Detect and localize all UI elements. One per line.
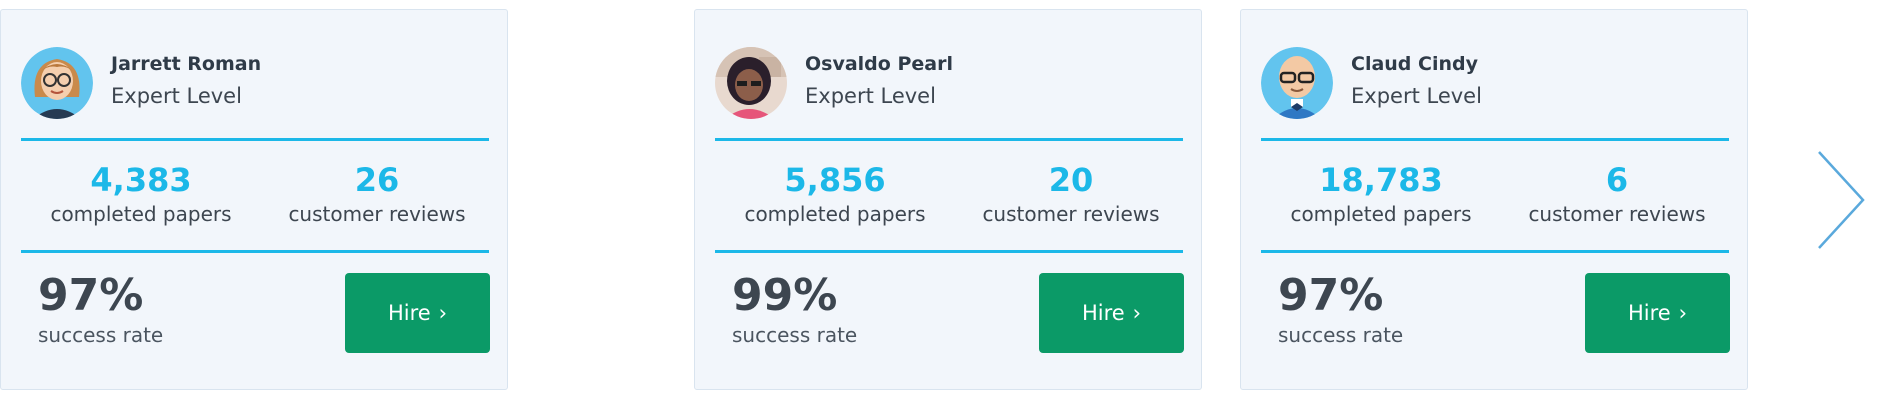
hire-button[interactable]: Hire ›	[345, 273, 490, 353]
writer-level: Expert Level	[805, 84, 936, 108]
divider	[21, 250, 489, 253]
customer-reviews-label: customer reviews	[982, 202, 1160, 226]
divider	[1261, 138, 1729, 141]
writer-level: Expert Level	[1351, 84, 1482, 108]
completed-papers-label: completed papers	[50, 202, 232, 226]
success-rate-value: 99%	[732, 270, 838, 321]
completed-papers-label: completed papers	[744, 202, 926, 226]
divider	[715, 138, 1183, 141]
hire-button-label: Hire	[1627, 301, 1671, 325]
completed-papers-count: 5,856	[784, 161, 886, 199]
hire-button-label: Hire	[387, 301, 431, 325]
chevron-right-icon: ›	[438, 301, 448, 325]
writer-level: Expert Level	[111, 84, 242, 108]
hire-button[interactable]: Hire ›	[1585, 273, 1730, 353]
hire-button[interactable]: Hire ›	[1039, 273, 1184, 353]
success-rate-label: success rate	[1278, 323, 1404, 347]
success-rate-value: 97%	[38, 270, 144, 321]
completed-papers-label: completed papers	[1290, 202, 1472, 226]
success-rate-label: success rate	[38, 323, 164, 347]
divider	[21, 138, 489, 141]
chevron-right-icon: ›	[1678, 301, 1688, 325]
carousel-next-button[interactable]	[1812, 150, 1872, 250]
avatar	[1261, 47, 1333, 119]
divider	[715, 250, 1183, 253]
success-rate-label: success rate	[732, 323, 858, 347]
customer-reviews-count: 20	[1048, 161, 1094, 199]
customer-reviews-count: 6	[1605, 161, 1629, 199]
success-rate-value: 97%	[1278, 270, 1384, 321]
writer-name: Claud Cindy	[1351, 53, 1478, 75]
divider	[1261, 250, 1729, 253]
writer-card: Osvaldo Pearl Expert Level 5,856 complet…	[694, 9, 1202, 390]
completed-papers-count: 18,783	[1319, 161, 1443, 199]
customer-reviews-label: customer reviews	[288, 202, 466, 226]
completed-papers-stat: 4,383 completed papers	[21, 160, 261, 228]
avatar	[715, 47, 787, 119]
chevron-right-icon: ›	[1132, 301, 1142, 325]
completed-papers-stat: 5,856 completed papers	[715, 160, 955, 228]
hire-button-label: Hire	[1081, 301, 1125, 325]
writer-name: Jarrett Roman	[111, 53, 262, 75]
customer-reviews-stat: 20 customer reviews	[951, 160, 1191, 228]
writer-card: Jarrett Roman Expert Level 4,383 complet…	[0, 9, 508, 390]
customer-reviews-count: 26	[354, 161, 400, 199]
avatar	[21, 47, 93, 119]
completed-papers-stat: 18,783 completed papers	[1261, 160, 1501, 228]
writer-name: Osvaldo Pearl	[805, 53, 953, 75]
customer-reviews-stat: 26 customer reviews	[257, 160, 497, 228]
chevron-right-icon	[1818, 151, 1865, 249]
writer-card: Claud Cindy Expert Level 18,783 complete…	[1240, 9, 1748, 390]
completed-papers-count: 4,383	[90, 161, 192, 199]
customer-reviews-stat: 6 customer reviews	[1497, 160, 1737, 228]
customer-reviews-label: customer reviews	[1528, 202, 1706, 226]
